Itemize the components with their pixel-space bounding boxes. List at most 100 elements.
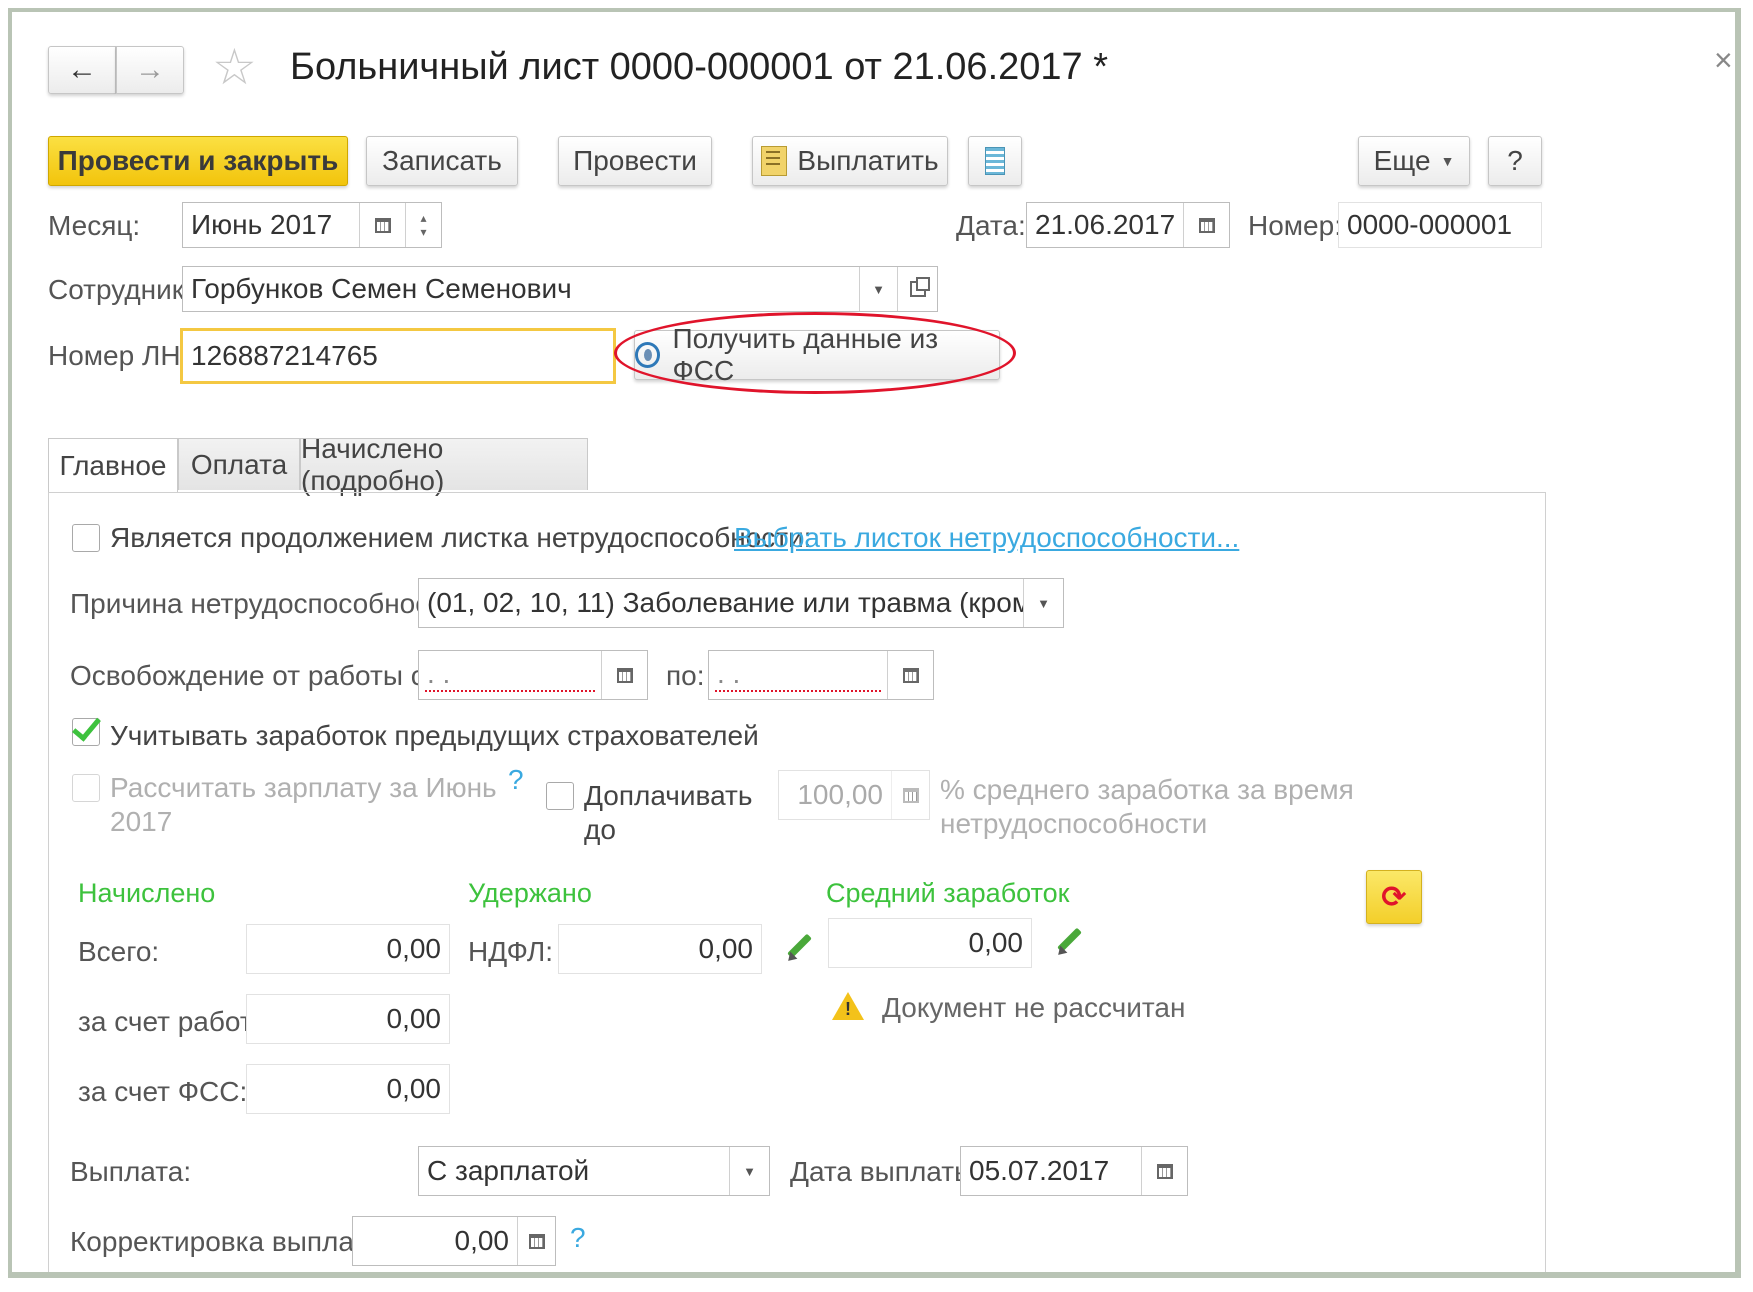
not-calculated-warning: Документ не рассчитан bbox=[882, 992, 1186, 1023]
payment-label: Выплата: bbox=[70, 1156, 192, 1187]
pay-label: Выплатить bbox=[797, 145, 939, 176]
accrued-total-label: Всего: bbox=[78, 936, 160, 967]
forward-button[interactable]: → bbox=[116, 46, 184, 94]
date-value: 21.06.2017 bbox=[1035, 209, 1176, 240]
release-from-value: . . bbox=[425, 658, 595, 692]
date-field[interactable]: 21.06.2017 bbox=[1026, 202, 1230, 248]
spin-icon[interactable]: ▴ ▾ bbox=[405, 203, 441, 247]
extra-pay-percent-value: 100,00 bbox=[797, 779, 883, 810]
ndfl-label: НДФЛ: bbox=[468, 936, 554, 967]
document-window: ← → ☆ Больничный лист 0000-000001 от 21.… bbox=[8, 8, 1741, 1278]
calc-salary-label-line1: Рассчитать зарплату за Июнь bbox=[110, 772, 497, 803]
payment-correction-label: Корректировка выплаты: bbox=[70, 1226, 395, 1257]
avg-earnings-label-line2: нетрудоспособности bbox=[940, 808, 1208, 839]
pay-icon bbox=[761, 146, 788, 176]
tab-main[interactable]: Главное bbox=[48, 438, 178, 492]
edit-ndfl-pencil-icon[interactable] bbox=[784, 932, 814, 965]
withheld-title: Удержано bbox=[468, 878, 592, 908]
chevron-down-icon[interactable]: ▼ bbox=[859, 267, 897, 311]
calc-salary-help-icon[interactable]: ? bbox=[508, 764, 524, 796]
window-title: Больничный лист 0000-000001 от 21.06.201… bbox=[290, 46, 1109, 88]
ndfl-field: 0,00 bbox=[558, 924, 762, 974]
prev-insurers-label: Учитывать заработок предыдущих страховат… bbox=[110, 720, 759, 751]
back-arrow-icon: ← bbox=[67, 53, 97, 86]
tab-accrued-detail[interactable]: Начислено (подробно) bbox=[300, 433, 588, 496]
reason-field[interactable]: (01, 02, 10, 11) Заболевание или травма … bbox=[418, 578, 1064, 628]
release-to-label: по: bbox=[666, 660, 705, 691]
number-label: Номер: bbox=[1248, 210, 1342, 241]
recalculate-button[interactable]: ⟳ bbox=[1366, 870, 1422, 924]
avg-earnings-label-line1: % среднего заработка за время bbox=[940, 774, 1354, 805]
avg-earnings-field: 0,00 bbox=[828, 918, 1032, 968]
ndfl-value: 0,00 bbox=[698, 933, 754, 964]
accrued-employer-field: 0,00 bbox=[246, 994, 450, 1044]
extra-pay-percent-field[interactable]: 100,00 bbox=[778, 770, 930, 820]
payment-correction-field[interactable]: 0,00 bbox=[352, 1216, 556, 1266]
calc-salary-label-line2: 2017 bbox=[110, 806, 173, 837]
post-and-close-button[interactable]: Провести и закрыть bbox=[48, 136, 348, 186]
payment-date-field[interactable]: 05.07.2017 bbox=[960, 1146, 1188, 1196]
continuation-checkbox[interactable] bbox=[72, 524, 100, 552]
save-button[interactable]: Записать bbox=[366, 136, 518, 186]
accrued-fss-value: 0,00 bbox=[386, 1073, 442, 1104]
extra-pay-checkbox[interactable] bbox=[546, 782, 574, 810]
payment-field[interactable]: С зарплатой ▼ bbox=[418, 1146, 770, 1196]
employee-field[interactable]: Горбунков Семен Семенович ▼ bbox=[182, 266, 938, 312]
release-from-label: Освобождение от работы с: bbox=[70, 660, 433, 691]
help-button[interactable]: ? bbox=[1488, 136, 1542, 186]
highlight-ellipse bbox=[614, 312, 1016, 394]
release-to-value: . . bbox=[715, 658, 881, 692]
extra-pay-label-line2: до bbox=[584, 814, 616, 845]
calculator-icon[interactable] bbox=[517, 1217, 555, 1265]
prev-insurers-checkbox[interactable] bbox=[72, 711, 101, 746]
calendar-icon[interactable] bbox=[601, 651, 647, 699]
edit-avg-earnings-pencil-icon[interactable] bbox=[1054, 926, 1084, 959]
refresh-icon: ⟳ bbox=[1381, 880, 1407, 914]
chevron-down-icon[interactable]: ▼ bbox=[729, 1147, 769, 1195]
accrued-total-field: 0,00 bbox=[246, 924, 450, 974]
calendar-icon[interactable] bbox=[887, 651, 933, 699]
number-value: 0000-000001 bbox=[1347, 209, 1513, 240]
reason-value: (01, 02, 10, 11) Заболевание или травма … bbox=[427, 587, 1023, 618]
accrued-employer-label: за счет работ: bbox=[78, 1006, 261, 1037]
report-button[interactable] bbox=[968, 136, 1022, 186]
employee-value: Горбунков Семен Семенович bbox=[191, 273, 572, 304]
month-field[interactable]: Июнь 2017 ▴ ▾ bbox=[182, 202, 442, 248]
extra-pay-label-line1: Доплачивать bbox=[584, 780, 753, 811]
avg-earnings-title: Средний заработок bbox=[826, 878, 1070, 908]
reason-label: Причина нетрудоспособности: bbox=[70, 588, 466, 619]
calculator-icon[interactable] bbox=[891, 771, 929, 819]
post-button[interactable]: Провести bbox=[558, 136, 712, 186]
ln-number-field[interactable]: 126887214765 bbox=[180, 328, 616, 384]
month-label: Месяц: bbox=[48, 210, 141, 241]
select-sick-leave-link[interactable]: Выбрать листок нетрудоспособности... bbox=[734, 522, 1239, 554]
calc-salary-checkbox[interactable] bbox=[72, 774, 100, 802]
calendar-icon[interactable] bbox=[1141, 1147, 1187, 1195]
payment-value: С зарплатой bbox=[427, 1155, 590, 1186]
pay-button[interactable]: Выплатить bbox=[752, 136, 948, 186]
release-to-field[interactable]: . . bbox=[708, 650, 934, 700]
payment-date-value: 05.07.2017 bbox=[969, 1155, 1110, 1186]
open-icon[interactable] bbox=[897, 267, 937, 311]
release-from-field[interactable]: . . bbox=[418, 650, 648, 700]
calendar-icon[interactable] bbox=[1183, 203, 1229, 247]
ln-number-label: Номер ЛН: bbox=[48, 340, 189, 371]
payment-date-label: Дата выплаты: bbox=[790, 1156, 982, 1187]
employee-label: Сотрудник: bbox=[48, 274, 192, 305]
payment-correction-value: 0,00 bbox=[454, 1225, 510, 1256]
accrued-fss-field: 0,00 bbox=[246, 1064, 450, 1114]
more-button[interactable]: Еще ▼ bbox=[1358, 136, 1470, 186]
payment-correction-help-icon[interactable]: ? bbox=[570, 1222, 586, 1254]
calendar-icon[interactable] bbox=[359, 203, 405, 247]
tab-payment[interactable]: Оплата bbox=[178, 438, 300, 490]
favorite-star-icon[interactable]: ☆ bbox=[212, 38, 257, 96]
continuation-label: Является продолжением листка нетрудоспос… bbox=[110, 522, 812, 553]
ln-number-value: 126887214765 bbox=[191, 340, 378, 371]
chevron-down-icon: ▼ bbox=[1440, 153, 1455, 169]
date-label: Дата: bbox=[956, 210, 1026, 241]
number-field[interactable]: 0000-000001 bbox=[1338, 202, 1542, 248]
back-button[interactable]: ← bbox=[48, 46, 116, 94]
close-icon[interactable]: × bbox=[1714, 42, 1733, 79]
chevron-down-icon[interactable]: ▼ bbox=[1023, 579, 1063, 627]
accrued-fss-label: за счет ФСС: bbox=[78, 1076, 248, 1107]
